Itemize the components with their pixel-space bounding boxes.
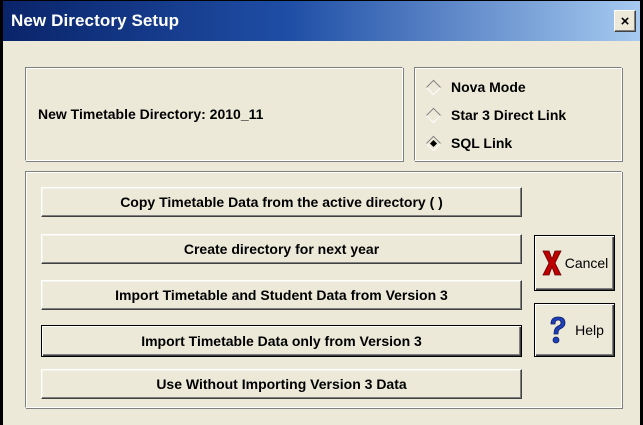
cancel-button-label: Cancel	[564, 255, 609, 271]
copy-timetable-data-button[interactable]: Copy Timetable Data from the active dire…	[41, 187, 522, 217]
question-mark-icon	[550, 316, 566, 344]
directory-info-group: New Timetable Directory: 2010_11	[25, 67, 403, 161]
dialog-window: New Directory Setup × New Timetable Dire…	[0, 0, 643, 425]
help-button[interactable]: Help	[534, 303, 615, 357]
title-bar[interactable]: New Directory Setup ×	[3, 1, 640, 41]
radio-diamond-checked-icon[interactable]	[425, 135, 442, 151]
import-timetable-data-only-button[interactable]: Import Timetable Data only from Version …	[41, 325, 522, 357]
import-timetable-and-student-data-button[interactable]: Import Timetable and Student Data from V…	[41, 280, 522, 310]
help-button-label: Help	[575, 322, 604, 338]
radio-option-sql-link[interactable]: SQL Link	[425, 132, 512, 154]
radio-option-nova-mode[interactable]: Nova Mode	[425, 76, 526, 98]
red-x-icon	[542, 250, 562, 276]
create-next-year-directory-button[interactable]: Create directory for next year	[41, 234, 522, 264]
cancel-button[interactable]: Cancel	[534, 235, 615, 291]
close-button[interactable]: ×	[614, 10, 636, 32]
window-title: New Directory Setup	[11, 11, 180, 30]
use-without-importing-button[interactable]: Use Without Importing Version 3 Data	[41, 369, 522, 399]
new-directory-label: New Timetable Directory: 2010_11	[38, 106, 264, 122]
close-icon: ×	[620, 12, 630, 30]
radio-option-star-3-direct-link[interactable]: Star 3 Direct Link	[425, 104, 566, 126]
radio-label-star-3-direct-link: Star 3 Direct Link	[451, 107, 567, 123]
radio-diamond-icon[interactable]	[425, 107, 442, 123]
radio-label-nova-mode: Nova Mode	[451, 79, 526, 95]
link-mode-radio-group: Nova Mode Star 3 Direct Link SQL Link	[414, 67, 622, 161]
setup-actions-group: Copy Timetable Data from the active dire…	[25, 171, 622, 408]
radio-diamond-icon[interactable]	[425, 79, 442, 95]
radio-label-sql-link: SQL Link	[451, 135, 513, 151]
